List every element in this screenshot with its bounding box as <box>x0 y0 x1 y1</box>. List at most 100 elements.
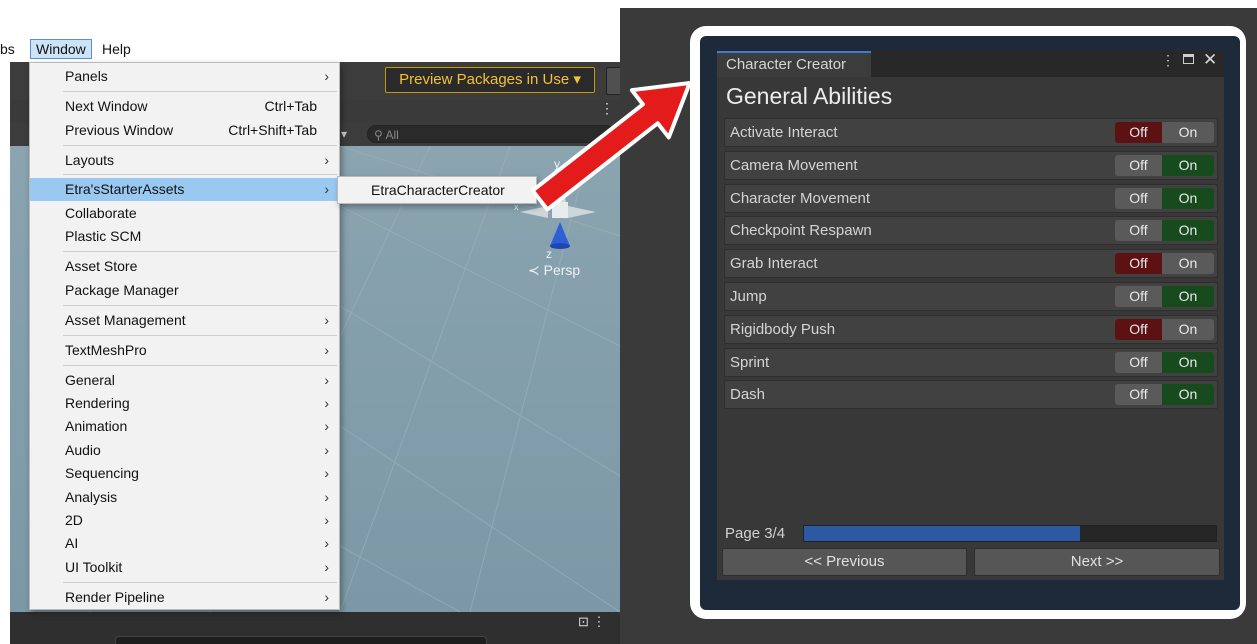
ability-row: Dash Off On <box>724 380 1218 410</box>
menu-item-textmeshpro[interactable]: TextMeshPro › <box>30 339 339 362</box>
menu-item-label: Animation <box>65 418 128 434</box>
toggle-on-button[interactable]: On <box>1162 187 1214 209</box>
close-icon[interactable]: ✕ <box>1203 50 1217 70</box>
toggle-off-button[interactable]: Off <box>1115 351 1162 373</box>
menu-item-panels[interactable]: Panels › <box>30 65 339 88</box>
chevron-right-icon: › <box>324 68 329 84</box>
ability-label: Activate Interact <box>730 124 838 141</box>
menu-item-etras-starter-assets[interactable]: Etra'sStarterAssets › <box>30 178 339 201</box>
ability-row: Character Movement Off On <box>724 183 1218 213</box>
chevron-down-icon[interactable]: ▾ <box>341 122 347 146</box>
menu-item-animation[interactable]: Animation › <box>30 415 339 438</box>
menu-item-label: UI Toolkit <box>65 559 123 575</box>
menu-item-shortcut: Ctrl+Tab <box>264 98 317 114</box>
page-progress-bar <box>803 525 1217 542</box>
ability-label: Sprint <box>730 353 770 371</box>
menu-item-general[interactable]: General › <box>30 369 339 392</box>
submenu-item-etra-character-creator[interactable]: EtraCharacterCreator <box>338 177 536 203</box>
menu-item-ai[interactable]: AI › <box>30 532 339 555</box>
menu-item-rendering[interactable]: Rendering › <box>30 392 339 415</box>
menu-item-label: Analysis <box>65 489 118 505</box>
page-title: General Abilities <box>726 83 893 109</box>
menu-item-asset-management[interactable]: Asset Management › <box>30 309 339 332</box>
ability-label: Grab Interact <box>730 255 818 273</box>
ability-row: Grab Interact Off On <box>724 249 1218 279</box>
lock-icon[interactable]: ⊡ ⋮ <box>578 614 606 630</box>
menu-item-sequencing[interactable]: Sequencing › <box>30 462 339 485</box>
menu-item-2d[interactable]: 2D › <box>30 509 339 532</box>
persp-label[interactable]: ≺ Persp <box>528 262 580 279</box>
menu-item-analysis[interactable]: Analysis › <box>30 486 339 509</box>
search-icon: ⚲ <box>374 128 386 142</box>
menu-item-label: Previous Window <box>65 122 174 138</box>
menu-item-package-manager[interactable]: Package Manager <box>30 279 339 302</box>
chevron-right-icon: › <box>324 342 329 358</box>
toggle-off-button[interactable]: Off <box>1115 122 1162 143</box>
ability-label: Jump <box>730 288 767 305</box>
toggle-on-button[interactable]: On <box>1162 318 1214 340</box>
previous-button[interactable]: << Previous <box>722 548 967 576</box>
ability-label: Dash <box>730 386 766 404</box>
toggle-on-button[interactable]: On <box>1162 351 1214 373</box>
menu-item-plastic-scm[interactable]: Plastic SCM <box>30 225 339 248</box>
chevron-right-icon: › <box>324 512 329 528</box>
ability-row: Camera Movement Off On <box>724 150 1218 180</box>
menu-bar: bs Window Help <box>0 38 620 62</box>
menu-item-label: Asset Store <box>65 258 138 274</box>
toggle-on-button[interactable]: On <box>1162 253 1214 275</box>
ability-row: Activate Interact Off On <box>724 118 1218 147</box>
menu-help[interactable]: Help <box>102 41 131 57</box>
gizmo-z-cone <box>550 222 570 246</box>
maximize-icon[interactable] <box>1183 54 1194 64</box>
search-placeholder: All <box>385 128 399 142</box>
menu-item-label: Collaborate <box>65 205 137 221</box>
toggle-off-button[interactable]: Off <box>1115 253 1162 275</box>
toggle-off-button[interactable]: Off <box>1115 154 1162 176</box>
chevron-right-icon: › <box>324 312 329 328</box>
chevron-right-icon: › <box>324 489 329 505</box>
menu-window[interactable]: Window <box>30 39 92 59</box>
toggle-on-button[interactable]: On <box>1162 384 1214 406</box>
menu-item-previous-window[interactable]: Previous Window Ctrl+Shift+Tab <box>30 119 339 142</box>
toggle-on-button[interactable]: On <box>1162 286 1214 307</box>
toggle-off-button[interactable]: Off <box>1115 286 1162 307</box>
red-arrow-icon <box>530 81 692 212</box>
toggle-on-button[interactable]: On <box>1162 122 1214 143</box>
menu-item-audio[interactable]: Audio › <box>30 439 339 462</box>
toggle-off-button[interactable]: Off <box>1115 318 1162 340</box>
toggle-off-button[interactable]: Off <box>1115 220 1162 242</box>
toggle-off-button[interactable]: Off <box>1115 187 1162 209</box>
chevron-right-icon: › <box>324 395 329 411</box>
menu-separator <box>63 91 337 92</box>
menu-item-collaborate[interactable]: Collaborate <box>30 202 339 225</box>
tab-character-creator[interactable]: Character Creator <box>717 51 871 77</box>
menu-item-ui-toolkit[interactable]: UI Toolkit › <box>30 556 339 579</box>
menu-item-layouts[interactable]: Layouts › <box>30 149 339 172</box>
menu-item-asset-store[interactable]: Asset Store <box>30 255 339 278</box>
ability-row: Sprint Off On <box>724 347 1218 377</box>
menu-item-label: Etra'sStarterAssets <box>65 181 185 197</box>
page-indicator: Page 3/4 <box>725 525 786 542</box>
ability-row: Checkpoint Respawn Off On <box>724 216 1218 246</box>
menu-item-next-window[interactable]: Next Window Ctrl+Tab <box>30 95 339 118</box>
menu-item-render-pipeline[interactable]: Render Pipeline › <box>30 586 339 609</box>
chevron-right-icon: › <box>324 442 329 458</box>
next-button[interactable]: Next >> <box>974 548 1220 576</box>
toggle-off-button[interactable]: Off <box>1115 384 1162 406</box>
menu-separator <box>63 335 337 336</box>
toggle-on-button[interactable]: On <box>1162 154 1214 176</box>
toggle-on-button[interactable]: On <box>1162 220 1214 242</box>
kebab-menu-icon[interactable]: ⋮ <box>1161 52 1175 69</box>
axis-z-label: z <box>546 247 552 260</box>
chevron-right-icon: › <box>324 181 329 197</box>
menu-separator <box>63 145 337 146</box>
ability-label: Checkpoint Respawn <box>730 222 872 240</box>
menu-item-label: 2D <box>65 512 83 528</box>
chevron-right-icon: › <box>324 559 329 575</box>
menu-item-label: Rendering <box>65 395 130 411</box>
menu-item-label: Audio <box>65 442 101 458</box>
menu-item-label: Sequencing <box>65 465 139 481</box>
menu-separator <box>63 174 337 175</box>
menu-item-previous-partial[interactable]: bs <box>0 41 15 57</box>
menu-separator <box>63 365 337 366</box>
